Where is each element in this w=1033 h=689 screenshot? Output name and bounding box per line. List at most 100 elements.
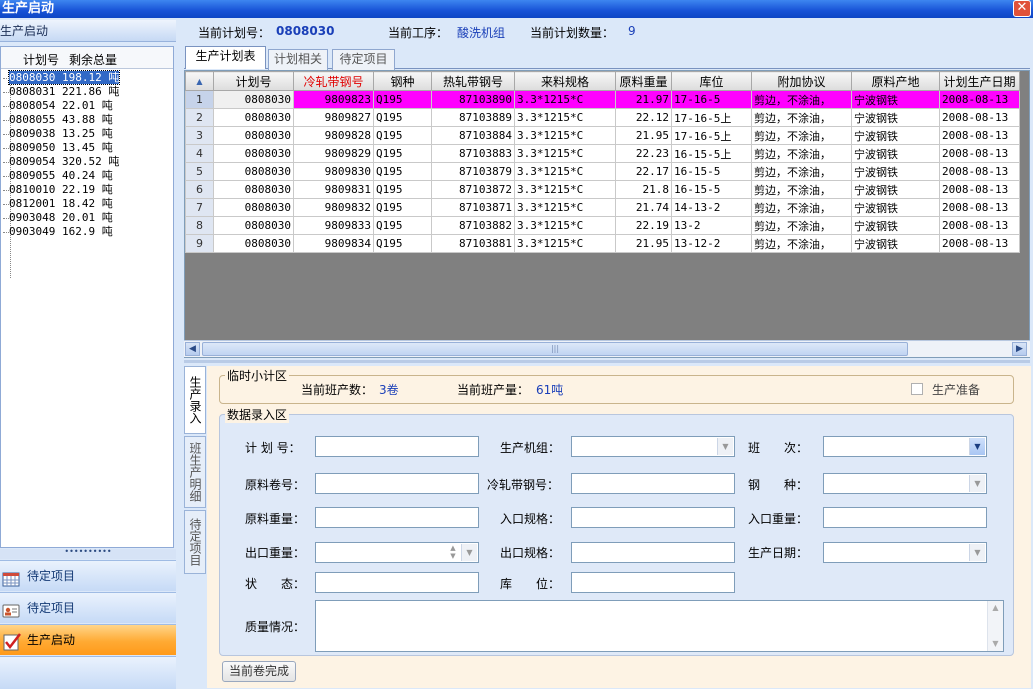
grid-cell[interactable]: 14-13-2 (671, 198, 752, 217)
grid-cell[interactable]: 16-15-5上 (671, 144, 752, 163)
in-weight-input[interactable] (823, 507, 987, 528)
grid-cell[interactable]: 宁波钢铁 (851, 126, 940, 145)
grid-cell[interactable]: 0808030 (213, 126, 294, 145)
grid-cell[interactable]: 9809823 (293, 90, 374, 109)
grid-cell[interactable]: 17-16-5上 (671, 126, 752, 145)
grid-cell[interactable]: 3.3*1215*C (514, 180, 616, 199)
grid-cell[interactable]: 3.3*1215*C (514, 162, 616, 181)
grid-cell[interactable]: 宁波钢铁 (851, 90, 940, 109)
grade-select[interactable]: ▼ (823, 473, 987, 494)
chevron-down-icon[interactable]: ▼ (969, 475, 985, 492)
tab-pending-items[interactable]: 待定项目 (332, 49, 395, 70)
grid-cell[interactable]: 9809828 (293, 126, 374, 145)
grid-cell[interactable]: 87103883 (431, 144, 515, 163)
grid-cell[interactable]: 87103872 (431, 180, 515, 199)
tree-item[interactable]: 0903048 20.01 吨 (3, 211, 113, 225)
grid-cell[interactable]: 3.3*1215*C (514, 108, 616, 127)
plan-no-input[interactable] (315, 436, 479, 457)
grid-hscrollbar[interactable]: ◀ ||| ▶ (184, 340, 1030, 357)
close-button[interactable]: ✕ (1013, 0, 1031, 17)
vtab-shift-detail[interactable]: 班生产明细 (184, 436, 206, 508)
grid-cell[interactable]: 2008-08-13 (939, 90, 1020, 109)
grid-cell[interactable]: 宁波钢铁 (851, 234, 940, 253)
grid-cell[interactable]: 9809830 (293, 162, 374, 181)
grid-cell[interactable]: Q195 (373, 126, 432, 145)
tab-production-plan[interactable]: 生产计划表 (185, 46, 266, 69)
tree-item[interactable]: 0810010 22.19 吨 (3, 183, 113, 197)
grid-cell[interactable]: 13-2 (671, 216, 752, 235)
coil-no-input[interactable] (315, 473, 479, 494)
table-row[interactable]: 4 0808030 9809829 Q195 87103883 3.3*1215*C 22.… (185, 144, 1020, 163)
in-spec-input[interactable] (571, 507, 735, 528)
status-input[interactable] (315, 572, 479, 593)
nav-button-2[interactable]: 待定项目 (0, 592, 176, 623)
unit-select[interactable]: ▼ (571, 436, 735, 457)
grid-cell[interactable]: 2008-08-13 (939, 234, 1020, 253)
grid-cell[interactable]: 16-15-5 (671, 180, 752, 199)
grid-cell[interactable]: 87103879 (431, 162, 515, 181)
shift-select[interactable]: ▼ (823, 436, 987, 457)
grid-cell[interactable]: Q195 (373, 198, 432, 217)
tab-plan-related[interactable]: 计划相关 (268, 49, 328, 70)
grid-cell[interactable]: 21.8 (615, 180, 672, 199)
grid-cell[interactable]: 2008-08-13 (939, 144, 1020, 163)
grid-col-header[interactable]: 库位 (671, 71, 752, 91)
grid-cell[interactable]: 3.3*1215*C (514, 234, 616, 253)
grid-cell[interactable]: 2008-08-13 (939, 162, 1020, 181)
table-row[interactable]: 8 0808030 9809833 Q195 87103882 3.3*1215*C 22.… (185, 216, 1020, 235)
out-spec-input[interactable] (571, 542, 735, 563)
grid-cell[interactable]: 0808030 (213, 108, 294, 127)
grid-cell[interactable]: 宁波钢铁 (851, 144, 940, 163)
grid-cell[interactable]: 21.95 (615, 126, 672, 145)
table-row[interactable]: 6 0808030 9809831 Q195 87103872 3.3*1215*C 21.… (185, 180, 1020, 199)
chevron-down-icon[interactable]: ▼ (717, 438, 733, 455)
grid-cell[interactable]: Q195 (373, 180, 432, 199)
grid-cell[interactable]: 9809833 (293, 216, 374, 235)
grid-cell[interactable]: 87103884 (431, 126, 515, 145)
grid-cell[interactable]: 剪边，不涂油， (751, 234, 852, 253)
grid-cell[interactable]: 0808030 (213, 144, 294, 163)
grid-cell[interactable]: 13-12-2 (671, 234, 752, 253)
grid-cell[interactable]: 宁波钢铁 (851, 216, 940, 235)
chevron-down-icon[interactable]: ▼ (969, 544, 985, 561)
grid-cell[interactable]: 9809829 (293, 144, 374, 163)
ready-checkbox[interactable] (911, 383, 923, 395)
table-row[interactable]: 2 0808030 9809827 Q195 87103889 3.3*1215*C 22.… (185, 108, 1020, 127)
stepper-icon[interactable]: ▲ ▼ (447, 544, 459, 561)
grid-cell[interactable]: 2008-08-13 (939, 198, 1020, 217)
grid-cell[interactable]: 3.3*1215*C (514, 144, 616, 163)
grid-cell[interactable]: 17-16-5上 (671, 108, 752, 127)
grid-cell[interactable]: 21.74 (615, 198, 672, 217)
grid-cell[interactable]: 剪边，不涂油， (751, 162, 852, 181)
textarea-scrollbar[interactable]: ▲ ▼ (987, 601, 1003, 651)
grid-cell[interactable]: 87103890 (431, 90, 515, 109)
pane-divider[interactable] (184, 360, 1030, 363)
grid-cell[interactable]: 剪边，不涂油， (751, 198, 852, 217)
grid-cell[interactable]: 87103881 (431, 234, 515, 253)
out-weight-stepper[interactable]: ▼ ▲ ▼ (315, 542, 479, 563)
grid-cell[interactable]: 16-15-5 (671, 162, 752, 181)
grid-cell[interactable]: 2008-08-13 (939, 216, 1020, 235)
grid-cell[interactable]: 0808030 (213, 216, 294, 235)
chevron-down-icon[interactable]: ▼ (969, 438, 985, 455)
grid-cell[interactable]: 剪边，不涂油， (751, 216, 852, 235)
scroll-thumb[interactable]: ||| (202, 342, 908, 356)
grid-cell[interactable]: 3.3*1215*C (514, 126, 616, 145)
weight-input[interactable] (315, 507, 479, 528)
grid-cell[interactable]: 宁波钢铁 (851, 108, 940, 127)
grid-cell[interactable]: 0808030 (213, 234, 294, 253)
grid-cell[interactable]: 22.19 (615, 216, 672, 235)
grid-cell[interactable]: 0808030 (213, 180, 294, 199)
grid-cell[interactable]: 87103882 (431, 216, 515, 235)
pane-splitter[interactable]: •••••••••• (0, 548, 176, 559)
tree-item[interactable]: 0809054 320.52 吨 (2, 155, 119, 169)
grid-col-header[interactable]: 原料重量 (615, 71, 672, 91)
scroll-right-icon[interactable]: ▶ (1012, 342, 1027, 356)
tree-item[interactable]: 0809050 13.45 吨 (3, 141, 113, 155)
date-select[interactable]: ▼ (823, 542, 987, 563)
grid-cell[interactable]: 0808030 (213, 198, 294, 217)
grid-cell[interactable]: Q195 (373, 90, 432, 109)
grid-cell[interactable]: Q195 (373, 144, 432, 163)
grid-cell[interactable]: 剪边，不涂油， (751, 180, 852, 199)
grid-cell[interactable]: 宁波钢铁 (851, 162, 940, 181)
